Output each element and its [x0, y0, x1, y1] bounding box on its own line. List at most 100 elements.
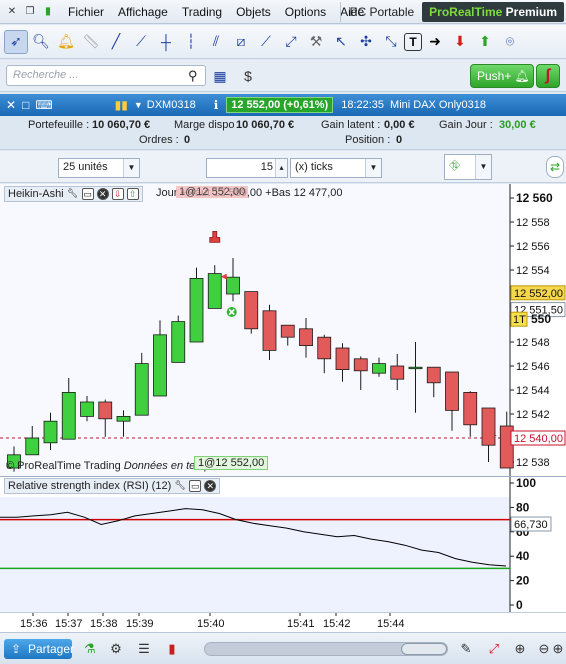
candle-body [153, 334, 167, 397]
line-tool-icon[interactable]: ╱ [104, 30, 128, 54]
menu-trading[interactable]: Trading [182, 5, 222, 19]
info-icon[interactable]: ℹ [214, 98, 219, 112]
order-marker-label[interactable]: 1@12 552,00 [194, 456, 269, 470]
search-icon[interactable]: ⚲ [188, 68, 198, 84]
list-icon[interactable]: ☰ [136, 641, 152, 657]
close-panel-icon[interactable]: ✕ [96, 188, 109, 200]
pencil-icon[interactable]: ✎ [458, 641, 474, 657]
close-panel-icon[interactable]: ✕ [204, 480, 217, 492]
candle-body [445, 371, 459, 411]
time-scrollbar[interactable] [204, 642, 448, 656]
order-book-button[interactable]: ∫ [536, 64, 560, 88]
resize-icon[interactable]: ⤡ [379, 30, 403, 54]
rsi-value-tag: 66,730 [514, 519, 548, 531]
candle-body [390, 365, 405, 380]
candle-body [244, 291, 259, 330]
trend-line-icon[interactable]: ⟋ [129, 30, 153, 54]
time-tick-label: 15:44 [377, 618, 405, 630]
candle-body [116, 415, 131, 422]
scrollbar-thumb[interactable] [401, 643, 447, 655]
candle-body [171, 321, 186, 363]
pointer-icon[interactable]: ↖ [329, 30, 353, 54]
price-chart-svg[interactable]: 12 53812 54012 54212 54412 54612 54812 5… [0, 184, 566, 476]
arrow-up-green-icon[interactable]: ⬆ [473, 30, 497, 54]
rsi-panel[interactable]: 0 20 40 60 80 100 66,730 Relative strength ind… [0, 476, 566, 613]
vertical-line-icon[interactable]: ┆ [179, 30, 203, 54]
menu-objets[interactable]: Objets [236, 5, 271, 19]
tools-icon[interactable]: ⚒ [304, 30, 328, 54]
info-order-overlay[interactable]: 1@12 552,00 [176, 186, 249, 198]
keyboard-icon[interactable]: ⌨ [35, 98, 52, 112]
search-input[interactable]: Recherche ... [6, 65, 206, 86]
candle-body [481, 407, 496, 446]
price-tick-label: 12 556 [516, 241, 550, 253]
candle-body [226, 276, 240, 295]
alert-bell-icon[interactable]: 🔔︎ [54, 30, 78, 54]
restore-window-icon[interactable]: ❐ [24, 6, 36, 18]
price-tick-label: 12 538 [516, 457, 550, 469]
fit-icon[interactable]: ⊕ [512, 641, 528, 657]
menu-affichage[interactable]: Affichage [118, 5, 168, 19]
candles-icon[interactable]: ▮▮ [115, 98, 128, 112]
side-panel-toggle-icon[interactable]: ⇄ [546, 156, 564, 178]
instrument-code[interactable]: DXM0318 [147, 99, 196, 111]
chevron-down-icon[interactable]: ▼ [134, 100, 143, 110]
price-tag-current: 12 552,00 [514, 288, 563, 300]
gain-latent-value: 0,00 € [384, 119, 415, 131]
lasso-icon[interactable]: ⌾ [498, 30, 522, 54]
time-tick-label: 15:41 [287, 618, 315, 630]
move-icon[interactable]: ✣ [354, 30, 378, 54]
autoscale-icon[interactable]: ⤢ [486, 641, 502, 657]
share-button[interactable]: ⇪ Partager [4, 639, 74, 659]
units-select[interactable]: 25 unités ▼ [58, 158, 140, 178]
zoom-icon[interactable]: 🔍︎ [29, 30, 53, 54]
chart-settings-icon[interactable]: ▦ [208, 64, 232, 88]
menu-fichier[interactable]: Fichier [68, 5, 104, 19]
cursor-icon[interactable]: ➶ [4, 29, 28, 54]
push-button[interactable]: Push+ 🔔︎ [470, 64, 534, 88]
ticks-input[interactable]: 15 ▴ [206, 158, 288, 178]
regression-icon[interactable]: ⤢ [279, 30, 303, 54]
candle-body [463, 391, 478, 426]
fan-icon[interactable]: ⟋ [254, 30, 278, 54]
arrow-right-icon[interactable]: ➜ [423, 30, 447, 54]
notification-icon: 🔔︎ [514, 69, 530, 83]
maximize-icon[interactable]: ▭ [189, 480, 202, 492]
marge-label: Marge dispo [174, 119, 235, 131]
ticks-unit-select[interactable]: (x) ticks ▼ [290, 158, 382, 178]
ruler-icon[interactable]: 📏︎ [79, 30, 103, 54]
marge-value: 10 060,70 € [236, 119, 295, 131]
move-up-icon[interactable]: ⇧ [126, 188, 139, 200]
trade-mode-button[interactable]: ⛗ ▼ [444, 154, 492, 180]
timeframe-tag: 1T [513, 314, 526, 326]
candle-body [408, 366, 423, 370]
price-chart-panel[interactable]: 12 53812 54012 54212 54412 54612 54812 5… [0, 184, 566, 476]
spinner-icon[interactable]: ▴ [275, 159, 287, 177]
pc-portable-label[interactable]: PC Portable [340, 2, 422, 22]
zoom-in-icon[interactable]: ⊕ [550, 641, 566, 657]
price-tag-r1: 12 540,00 [514, 433, 563, 445]
close-window-icon[interactable]: ✕ [6, 6, 18, 18]
close-chart-icon[interactable]: ✕ [6, 98, 16, 112]
wrench-icon[interactable]: 🔧︎ [174, 480, 186, 492]
menu-options[interactable]: Options [285, 5, 326, 19]
rsi-tick-label: 20 [516, 574, 530, 588]
move-down-icon[interactable]: ⇩ [111, 188, 124, 200]
ordres-label: Ordres : [139, 134, 179, 146]
units-value: 25 unités [63, 161, 108, 173]
fibonacci-icon[interactable]: ⧄ [229, 30, 253, 54]
indicator-icon[interactable]: $ [236, 64, 260, 88]
wrench-icon[interactable]: 🔧︎ [67, 188, 79, 200]
indicator-add-icon[interactable]: ⚗ [82, 641, 98, 657]
arrow-down-red-icon[interactable]: ⬇ [448, 30, 472, 54]
horizontal-line-icon[interactable]: ┼ [154, 30, 178, 54]
text-tool-icon[interactable]: T [404, 32, 422, 51]
rsi-chart-svg[interactable]: 02040608010066,730 [0, 477, 566, 613]
maximize-icon[interactable]: ▭ [81, 188, 94, 200]
rsi-tick-label: 40 [516, 549, 530, 563]
backtest-icon[interactable]: ⚙ [108, 641, 124, 657]
candles-style-icon[interactable]: ▮ [164, 641, 180, 657]
channel-icon[interactable]: ⫽ [204, 30, 228, 54]
minimize-chart-icon[interactable]: □ [22, 98, 29, 112]
candle-body [43, 420, 58, 444]
